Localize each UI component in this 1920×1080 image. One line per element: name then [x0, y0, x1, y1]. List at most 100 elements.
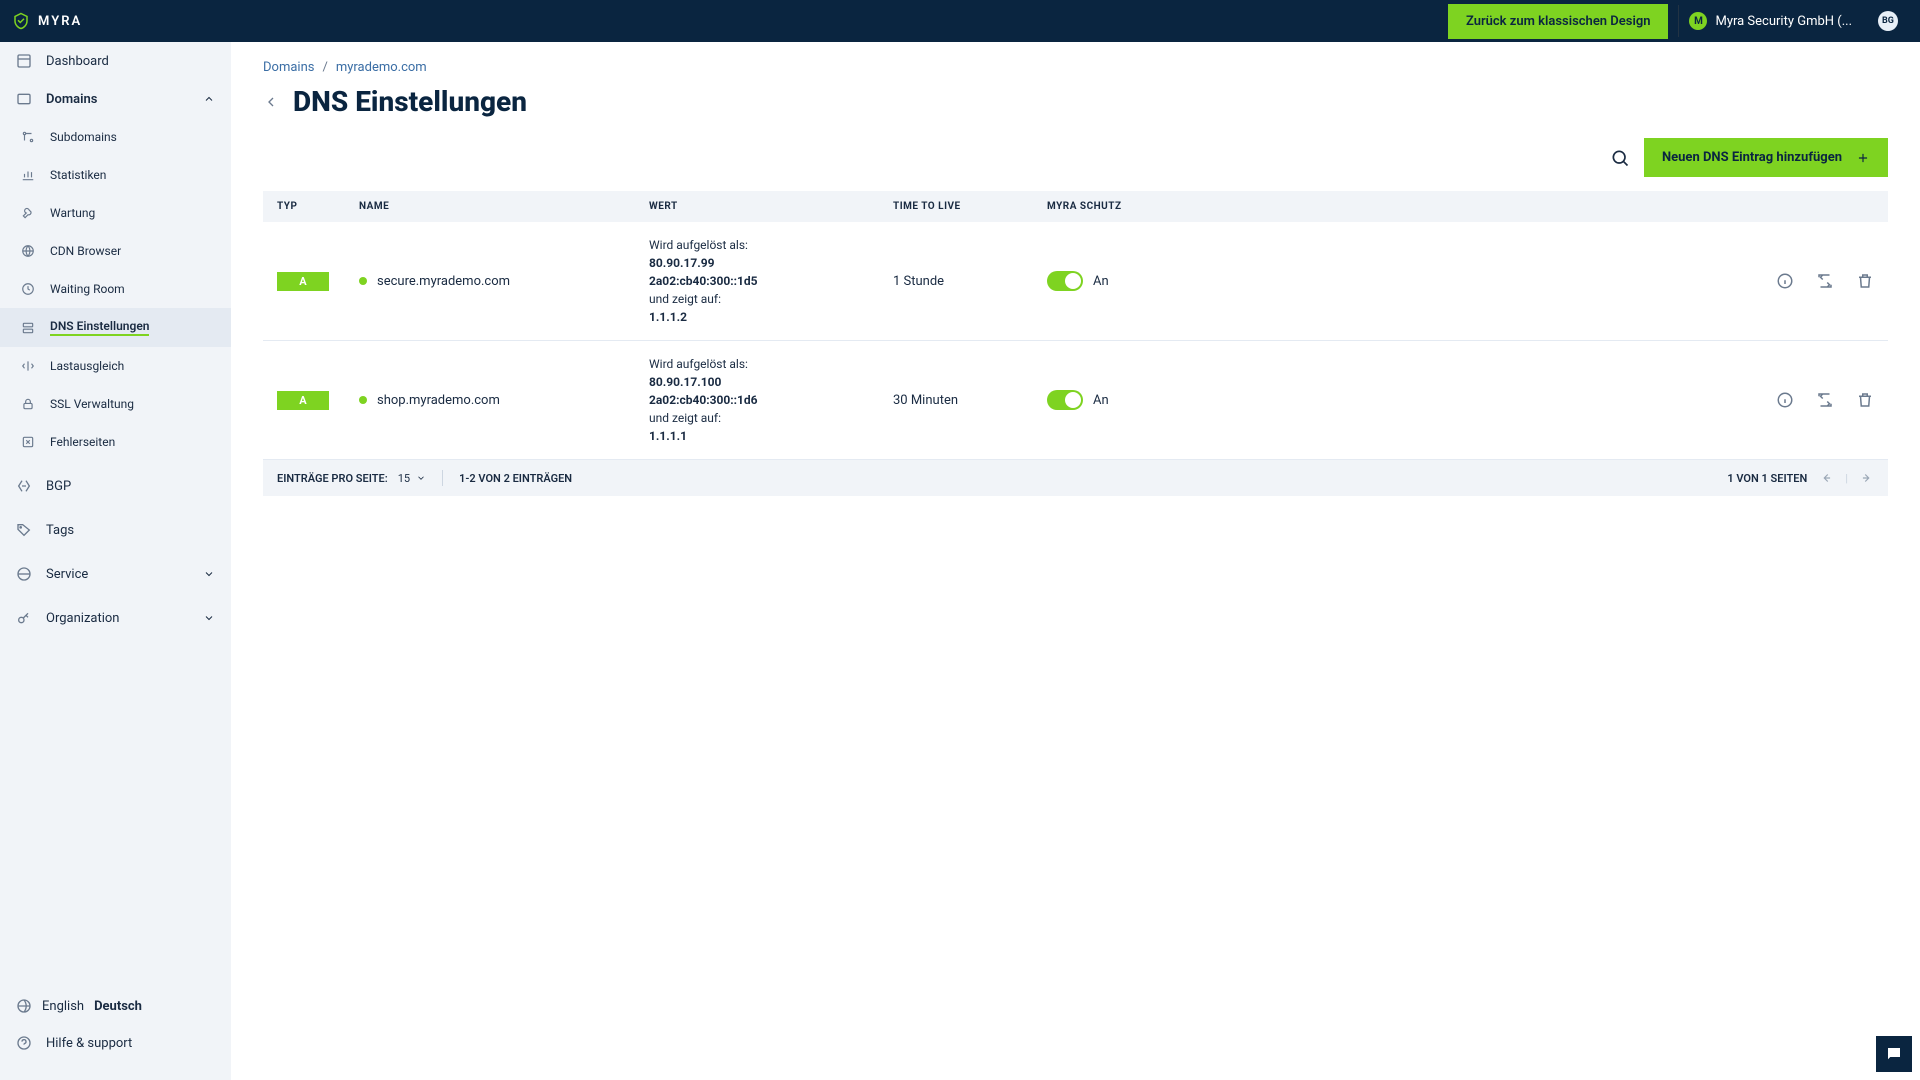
chevron-down-icon [203, 568, 215, 580]
classic-design-button[interactable]: Zurück zum klassischen Design [1448, 4, 1669, 39]
nav-label: Dashboard [46, 54, 109, 69]
table-row: A secure.myrademo.com Wird aufgelöst als… [263, 222, 1888, 341]
cache-icon[interactable] [1816, 272, 1834, 290]
add-dns-label: Neuen DNS Eintrag hinzufügen [1662, 150, 1842, 165]
sidebar-item-cdn[interactable]: CDN Browser [0, 232, 231, 270]
dashboard-icon [16, 53, 32, 69]
sidebar-item-ssl[interactable]: SSL Verwaltung [0, 385, 231, 423]
trash-icon[interactable] [1856, 391, 1874, 409]
header-right: Zurück zum klassischen Design M Myra Sec… [1448, 4, 1908, 39]
org-name: Myra Security GmbH (... [1715, 14, 1852, 29]
trash-icon[interactable] [1856, 272, 1874, 290]
sidebar-item-lb[interactable]: Lastausgleich [0, 347, 231, 385]
info-icon[interactable] [1776, 391, 1794, 409]
brand-text: MYRA [38, 14, 82, 29]
dns-icon [20, 320, 36, 336]
next-page[interactable] [1860, 471, 1874, 485]
org-badge: M [1689, 12, 1707, 30]
sidebar-item-stats[interactable]: Statistiken [0, 156, 231, 194]
sidebar-item-maintenance[interactable]: Wartung [0, 194, 231, 232]
help-icon [16, 1035, 32, 1051]
type-badge: A [277, 272, 329, 291]
globe-icon [16, 566, 32, 582]
back-button[interactable] [263, 94, 279, 110]
plus-icon [1856, 151, 1870, 165]
row-name: shop.myrademo.com [377, 393, 500, 408]
sidebar-item-tags[interactable]: Tags [0, 511, 231, 549]
sidebar-item-dns[interactable]: DNS Einstellungen [0, 308, 231, 347]
chat-icon [1885, 1045, 1903, 1063]
search-icon[interactable] [1610, 148, 1630, 168]
add-dns-button[interactable]: Neuen DNS Eintrag hinzufügen [1644, 138, 1888, 177]
schutz-cell: An [1047, 390, 1227, 410]
header: MYRA Zurück zum klassischen Design M Myr… [0, 0, 1920, 42]
maintenance-icon [20, 205, 36, 221]
row-name: secure.myrademo.com [377, 274, 510, 289]
sidebar-item-help[interactable]: Hilfe & support [0, 1024, 231, 1062]
key-icon [16, 610, 32, 626]
table-row: A shop.myrademo.com Wird aufgelöst als: … [263, 341, 1888, 460]
type-badge: A [277, 391, 329, 410]
sidebar-item-service[interactable]: Service [0, 555, 231, 593]
breadcrumb-current[interactable]: myrademo.com [336, 60, 427, 75]
page-size-select[interactable]: 15 [398, 472, 426, 485]
bgp-icon [16, 478, 32, 494]
table-header: TYP NAME WERT TIME TO LIVE MYRA SCHUTZ [263, 191, 1888, 222]
sidebar-item-subdomains[interactable]: Subdomains [0, 118, 231, 156]
ttl-cell: 30 Minuten [893, 393, 1047, 408]
org-chip[interactable]: M Myra Security GmbH (... BG [1678, 5, 1908, 37]
main-content: Domains / myrademo.com DNS Einstellungen… [231, 42, 1920, 1080]
schutz-toggle[interactable] [1047, 390, 1083, 410]
sidebar-item-waiting[interactable]: Waiting Room [0, 270, 231, 308]
pager-range: 1-2 VON 2 EINTRÄGEN [459, 472, 572, 485]
user-badge[interactable]: BG [1878, 11, 1898, 31]
th-typ: TYP [277, 201, 359, 212]
th-ttl: TIME TO LIVE [893, 201, 1047, 212]
lang-deutsch[interactable]: Deutsch [94, 999, 142, 1014]
chevron-down-icon [203, 612, 215, 624]
tags-icon [16, 522, 32, 538]
page-size: EINTRÄGE PRO SEITE: 15 [277, 472, 426, 485]
th-schutz: MYRA SCHUTZ [1047, 201, 1227, 212]
lb-icon [20, 358, 36, 374]
clock-icon [20, 281, 36, 297]
wert-cell: Wird aufgelöst als: 80.90.17.100 2a02:cb… [649, 355, 893, 445]
sidebar-item-errors[interactable]: Fehlerseiten [0, 423, 231, 461]
toolbar: Neuen DNS Eintrag hinzufügen [231, 138, 1920, 191]
dns-table: TYP NAME WERT TIME TO LIVE MYRA SCHUTZ A… [263, 191, 1888, 460]
sidebar-item-domains[interactable]: Domains [0, 80, 231, 118]
lang-english[interactable]: English [42, 999, 84, 1014]
breadcrumb-domains[interactable]: Domains [263, 60, 314, 75]
sidebar-item-dashboard[interactable]: Dashboard [0, 42, 231, 80]
logo[interactable]: MYRA [12, 12, 82, 30]
status-dot [359, 396, 367, 404]
subdomains-icon [20, 129, 36, 145]
status-dot [359, 277, 367, 285]
chat-fab[interactable] [1876, 1036, 1912, 1072]
errors-icon [20, 434, 36, 450]
pager-pages: 1 VON 1 SEITEN [1727, 472, 1807, 485]
chevron-down-icon [416, 473, 426, 483]
schutz-toggle[interactable] [1047, 271, 1083, 291]
sidebar-item-bgp[interactable]: BGP [0, 467, 231, 505]
shield-icon [12, 12, 30, 30]
language-selector: English Deutsch [0, 988, 231, 1024]
globe-icon [16, 998, 32, 1014]
breadcrumb: Domains / myrademo.com [231, 42, 1920, 81]
breadcrumb-sep: / [322, 60, 327, 75]
ttl-cell: 1 Stunde [893, 274, 1047, 289]
wert-cell: Wird aufgelöst als: 80.90.17.99 2a02:cb4… [649, 236, 893, 326]
cdn-icon [20, 243, 36, 259]
lock-icon [20, 396, 36, 412]
schutz-cell: An [1047, 271, 1227, 291]
sidebar: Dashboard Domains Subdomains Statistiken… [0, 42, 231, 1080]
th-wert: WERT [649, 201, 893, 212]
prev-page[interactable] [1819, 471, 1833, 485]
pager: EINTRÄGE PRO SEITE: 15 1-2 VON 2 EINTRÄG… [263, 460, 1888, 496]
chevron-up-icon [203, 93, 215, 105]
info-icon[interactable] [1776, 272, 1794, 290]
page-title-row: DNS Einstellungen [231, 81, 1920, 138]
nav-label: Domains [46, 92, 97, 107]
sidebar-item-organization[interactable]: Organization [0, 599, 231, 637]
cache-icon[interactable] [1816, 391, 1834, 409]
